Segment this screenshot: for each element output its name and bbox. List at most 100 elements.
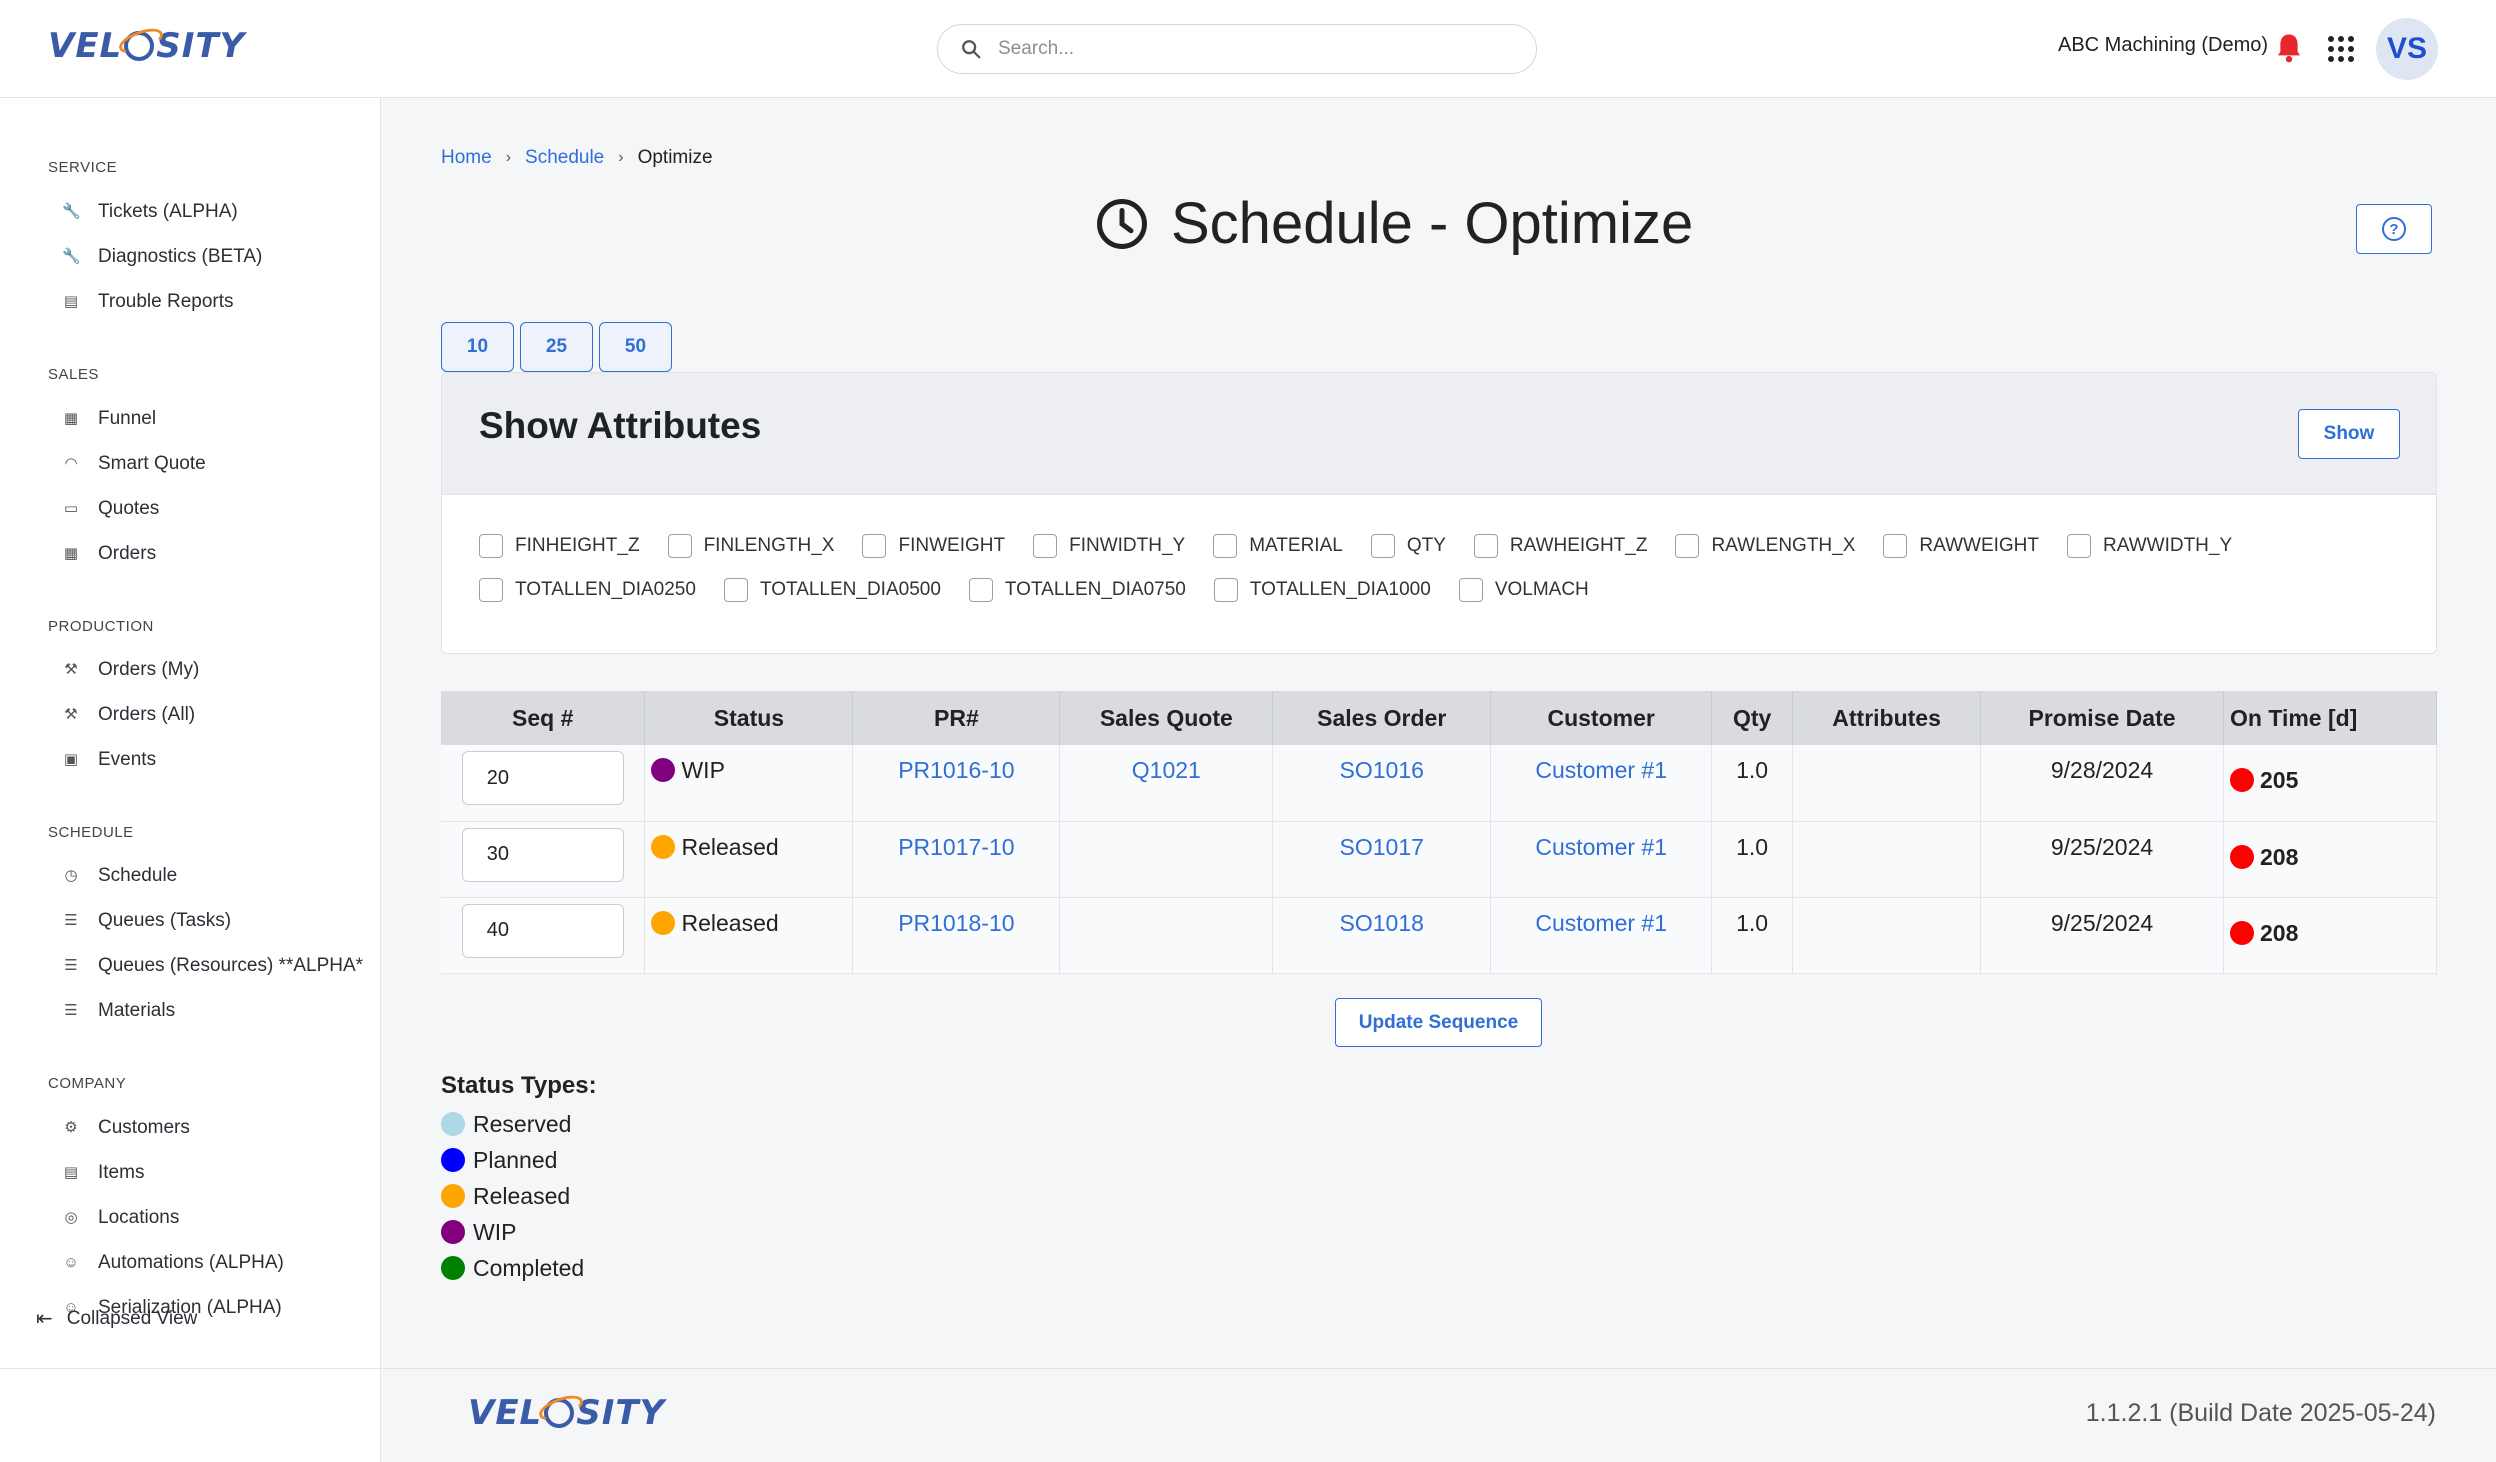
col-on-time[interactable]: On Time [d] (2223, 691, 2438, 745)
attr-checkbox-finheight-z[interactable]: FINHEIGHT_Z (479, 533, 640, 559)
quote-link[interactable]: Q1021 (1132, 757, 1201, 783)
search-icon (962, 40, 981, 59)
sidebar-item-locations[interactable]: ◎ Locations (62, 1207, 179, 1229)
checkbox[interactable] (862, 534, 887, 558)
sidebar-item-materials[interactable]: ☰ Materials (62, 1000, 175, 1022)
col-customer[interactable]: Customer (1490, 691, 1713, 745)
tools-icon: ⚒ (64, 661, 78, 678)
checkbox[interactable] (1473, 534, 1498, 558)
checkbox[interactable] (1033, 534, 1058, 558)
order-link[interactable]: SO1016 (1340, 757, 1424, 783)
checkbox[interactable] (1883, 534, 1908, 558)
attr-checkbox-finwidth-y[interactable]: FINWIDTH_Y (1033, 533, 1185, 559)
breadcrumb-home[interactable]: Home (441, 147, 492, 169)
attr-checkbox-rawlength-x[interactable]: RAWLENGTH_X (1675, 533, 1855, 559)
checkbox[interactable] (1213, 534, 1238, 558)
checkbox[interactable] (479, 578, 503, 602)
sidebar-item-trouble-reports[interactable]: ▤ Trouble Reports (62, 291, 234, 313)
attr-checkbox-rawheight-z[interactable]: RAWHEIGHT_Z (1473, 533, 1647, 559)
customer-cell: Customer #1 (1490, 897, 1713, 974)
attr-checkbox-qty[interactable]: QTY (1370, 533, 1446, 559)
customer-link[interactable]: Customer #1 (1535, 834, 1667, 860)
pin-icon: ◎ (64, 1209, 78, 1226)
attr-checkbox-totallen-dia1000[interactable]: TOTALLEN_DIA1000 (1213, 577, 1431, 603)
seq-input[interactable] (461, 751, 624, 805)
sidebar-item-funnel[interactable]: ▦ Funnel (62, 408, 156, 430)
col-attributes[interactable]: Attributes (1792, 691, 1982, 745)
update-sequence-button[interactable]: Update Sequence (1335, 998, 1542, 1047)
customer-link[interactable]: Customer #1 (1535, 757, 1667, 783)
apps-grid-icon[interactable] (2328, 36, 2354, 62)
sidebar-section-service: SERVICE (48, 159, 118, 176)
quote-cell: Q1021 (1059, 745, 1274, 822)
checkbox[interactable] (2067, 534, 2092, 558)
checkbox[interactable] (968, 578, 993, 602)
attr-checkbox-rawweight[interactable]: RAWWEIGHT (1883, 533, 2039, 559)
col-promise-date[interactable]: Promise Date (1980, 691, 2224, 745)
search-box[interactable] (937, 24, 1537, 74)
attr-checkbox-totallen-dia0750[interactable]: TOTALLEN_DIA0750 (968, 577, 1186, 603)
page-size-50-button[interactable]: 50 (599, 322, 672, 372)
sidebar-item-queues-resources[interactable]: ☰ Queues (Resources) **ALPHA* (62, 955, 372, 977)
sidebar-item-quotes[interactable]: ▭ Quotes (62, 498, 159, 520)
sidebar-item-orders[interactable]: ▦ Orders (62, 543, 156, 565)
sidebar-item-items[interactable]: ▤ Items (62, 1162, 145, 1184)
show-attributes-button[interactable]: Show (2298, 409, 2400, 459)
attr-checkbox-volmach[interactable]: VOLMACH (1458, 577, 1589, 603)
help-button[interactable]: ? (2356, 204, 2432, 254)
checkbox[interactable] (1370, 534, 1395, 558)
customer-cell: Customer #1 (1490, 821, 1713, 898)
sidebar-item-orders-all[interactable]: ⚒ Orders (All) (62, 704, 195, 726)
sidebar-item-tickets[interactable]: 🔧 Tickets (ALPHA) (62, 201, 238, 223)
checkbox[interactable] (1675, 534, 1700, 558)
sidebar-item-customers[interactable]: ⚙ Customers (62, 1117, 190, 1139)
col-pr[interactable]: PR# (852, 691, 1061, 745)
attr-checkbox-totallen-dia0250[interactable]: TOTALLEN_DIA0250 (479, 577, 696, 603)
col-status[interactable]: Status (644, 691, 854, 745)
col-qty[interactable]: Qty (1711, 691, 1794, 745)
sidebar-item-diagnostics[interactable]: 🔧 Diagnostics (BETA) (62, 246, 262, 268)
attr-checkbox-totallen-dia0500[interactable]: TOTALLEN_DIA0500 (723, 577, 941, 603)
avatar[interactable]: VS (2376, 18, 2438, 80)
sidebar-item-events[interactable]: ▣ Events (62, 749, 156, 771)
collapse-view-button[interactable]: ⇤ Collapsed View (36, 1306, 197, 1331)
customer-cell: Customer #1 (1490, 745, 1713, 822)
sidebar-item-smart-quote[interactable]: ◠ Smart Quote (62, 453, 205, 475)
sidebar-item-schedule[interactable]: ◷ Schedule (62, 865, 177, 887)
page-title: Schedule - Optimize (1095, 190, 1693, 257)
sidebar-item-orders-my[interactable]: ⚒ Orders (My) (62, 659, 199, 681)
checkbox[interactable] (667, 534, 692, 558)
sidebar-item-queues-tasks[interactable]: ☰ Queues (Tasks) (62, 910, 231, 932)
pr-link[interactable]: PR1016-10 (898, 757, 1014, 783)
col-sales-order[interactable]: Sales Order (1272, 691, 1492, 745)
bell-icon[interactable] (2274, 32, 2304, 64)
attr-checkbox-material[interactable]: MATERIAL (1213, 533, 1343, 559)
checkbox[interactable] (723, 578, 748, 602)
attr-checkbox-rawwidth-y[interactable]: RAWWIDTH_Y (2067, 533, 2232, 559)
col-seq[interactable]: Seq # (441, 691, 646, 745)
sidebar-item-automations[interactable]: ☺ Automations (ALPHA) (62, 1252, 284, 1274)
status-cell: WIP (644, 745, 854, 822)
order-link[interactable]: SO1017 (1340, 834, 1424, 860)
breadcrumb-schedule[interactable]: Schedule (525, 147, 604, 169)
pr-link[interactable]: PR1017-10 (898, 834, 1014, 860)
checkbox[interactable] (1458, 578, 1483, 602)
order-link[interactable]: SO1018 (1340, 910, 1424, 936)
seq-input[interactable] (461, 903, 624, 958)
customer-link[interactable]: Customer #1 (1535, 910, 1667, 936)
checkbox[interactable] (479, 534, 503, 558)
company-name[interactable]: ABC Machining (Demo) (2058, 34, 2268, 57)
attr-checkbox-finlength-x[interactable]: FINLENGTH_X (667, 533, 834, 559)
attr-checkbox-finweight[interactable]: FINWEIGHT (862, 533, 1005, 559)
checkbox[interactable] (1213, 578, 1238, 602)
search-input[interactable] (998, 38, 1498, 60)
page-size-10-button[interactable]: 10 (441, 322, 514, 372)
page-size-25-button[interactable]: 25 (520, 322, 593, 372)
col-sales-quote[interactable]: Sales Quote (1059, 691, 1274, 745)
velocity-logo[interactable]: VEL SITY (48, 26, 245, 66)
legend-item-released: Released (441, 1178, 597, 1214)
pr-link[interactable]: PR1018-10 (898, 910, 1014, 936)
seq-input[interactable] (461, 827, 624, 882)
list-icon: ☰ (64, 1002, 78, 1019)
status-dot-icon (441, 1220, 465, 1244)
